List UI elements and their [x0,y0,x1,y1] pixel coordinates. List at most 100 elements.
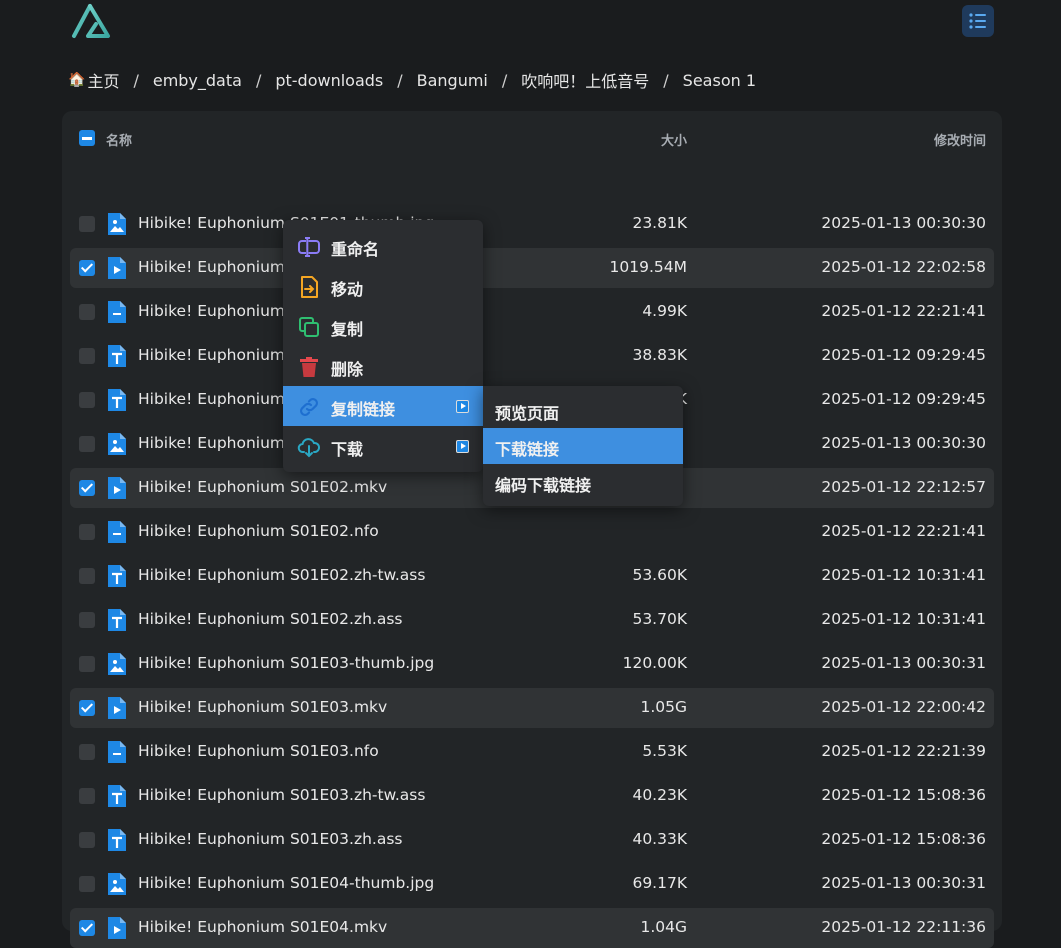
breadcrumb-bangumi[interactable]: Bangumi [417,71,488,90]
table-row[interactable]: Hibike! Euphonium S01E01.zh-tw.ass 38.83K… [70,336,994,376]
menu-item-delete[interactable]: 删除 [283,346,483,386]
image-file-icon [107,212,127,236]
top-bar [0,0,1061,60]
file-name[interactable]: Hibike! Euphonium S01E03.mkv [138,698,387,716]
file-modified: 2025-01-12 09:29:45 [821,390,986,408]
breadcrumb: 🏠 主页 / emby_data / pt-downloads / Bangum… [68,68,756,92]
menu-item-download[interactable]: 下载 [283,426,483,466]
file-name[interactable]: Hibike! Euphonium S01E02.zh.ass [138,610,403,628]
row-checkbox[interactable] [79,700,95,716]
table-row[interactable]: Hibike! Euphonium S01E02.zh-tw.ass 53.60K… [70,556,994,596]
row-checkbox[interactable] [79,744,95,760]
row-checkbox[interactable] [79,788,95,804]
row-checkbox[interactable] [79,480,95,496]
file-size: 120.00K [622,654,687,672]
column-name-header[interactable]: 名称 [106,130,132,149]
file-name[interactable]: Hibike! Euphonium S01E02.zh-tw.ass [138,566,425,584]
menu-item-label: 删除 [331,360,364,379]
row-checkbox[interactable] [79,260,95,276]
row-checkbox[interactable] [79,436,95,452]
row-checkbox[interactable] [79,656,95,672]
breadcrumb-pt-downloads[interactable]: pt-downloads [275,71,383,90]
file-size: 40.33K [632,830,687,848]
file-modified: 2025-01-12 10:31:41 [821,610,986,628]
menu-item-copy-link[interactable]: 复制链接 [283,386,483,426]
table-row[interactable]: Hibike! Euphonium S01E01-thumb.jpg23.81K… [70,204,994,244]
video-file-icon [107,476,127,500]
table-header: 名称 大小 修改时间 [70,118,994,158]
row-checkbox[interactable] [79,568,95,584]
table-row[interactable]: Hibike! Euphonium S01E04.mkv 1.04G 2025-01… [70,908,994,948]
breadcrumb-home[interactable]: 主页 [87,68,119,92]
file-size: 53.60K [632,566,687,584]
table-row[interactable]: Hibike! Euphonium S01E03-thumb.jpg 120.00… [70,644,994,684]
breadcrumb-emby-data[interactable]: emby_data [153,71,242,90]
breadcrumb-season[interactable]: Season 1 [683,71,756,90]
submenu-item-label: 预览页面 [495,404,560,423]
file-name[interactable]: Hibike! Euphonium S01E03-thumb.jpg [138,654,434,672]
image-file-icon [107,652,127,676]
select-all-checkbox[interactable] [79,130,95,146]
file-modified: 2025-01-13 00:30:31 [821,874,986,892]
row-checkbox[interactable] [79,612,95,628]
table-row[interactable]: Hibike! Euphonium S01E04-thumb.jpg 69.17K… [70,864,994,904]
row-checkbox[interactable] [79,876,95,892]
file-size: 1.04G [640,918,687,936]
text-file-icon [107,564,127,588]
video-file-icon [107,256,127,280]
menu-item-rename[interactable]: 重命名 [283,226,483,266]
row-checkbox[interactable] [79,348,95,364]
table-row[interactable]: Hibike! Euphonium S01E03.zh.ass 40.33K 202… [70,820,994,860]
file-name[interactable]: Hibike! Euphonium S01E03.zh-tw.ass [138,786,425,804]
submenu-item-preview-page[interactable]: 预览页面 [483,392,683,428]
copy-icon [299,317,319,337]
file-list-panel: 名称 大小 修改时间 Hibike! Euphonium S01E01-thum… [62,111,1002,948]
column-modified-header[interactable]: 修改时间 [934,130,986,149]
alist-logo-icon[interactable] [70,2,114,42]
file-name[interactable]: Hibike! Euphonium S01E04.mkv [138,918,387,936]
file-modified: 2025-01-12 22:21:41 [821,302,986,320]
row-checkbox[interactable] [79,392,95,408]
table-row[interactable]: Hibike! Euphonium S01E02.zh.ass 53.70K 202… [70,600,994,640]
submenu-item-download-link[interactable]: 下载链接 [483,428,683,464]
table-row[interactable]: Hibike! Euphonium S01E03.nfo 5.53K 2025-01… [70,732,994,772]
row-checkbox[interactable] [79,832,95,848]
file-size: 5.53K [642,742,687,760]
menu-item-label: 复制链接 [331,400,396,419]
row-checkbox[interactable] [79,216,95,232]
file-name[interactable]: Hibike! Euphonium S01E02.nfo [138,522,379,540]
trash-icon [300,357,318,377]
breadcrumb-separator: / [501,70,508,90]
context-menu: 重命名 移动 复制 删除 复制链接 下载 [283,220,483,472]
list-menu-button[interactable] [962,5,994,37]
breadcrumb-separator: / [663,70,669,90]
table-row[interactable]: Hibike! Euphonium S01E03.mkv 1.05G 2025-01… [70,688,994,728]
row-checkbox[interactable] [79,304,95,320]
file-size: 38.83K [632,346,687,364]
menu-item-move[interactable]: 移动 [283,266,483,306]
breadcrumb-separator: / [397,70,403,90]
column-size-header[interactable]: 大小 [661,130,687,149]
table-row[interactable]: Hibike! Euphonium S01E03.zh-tw.ass 40.23K… [70,776,994,816]
file-name[interactable]: Hibike! Euphonium S01E02.mkv [138,478,387,496]
file-name[interactable]: Hibike! Euphonium S01E04-thumb.jpg [138,874,434,892]
row-checkbox[interactable] [79,920,95,936]
table-row[interactable]: Hibike! Euphonium S01E01.mkv 1019.54M 2025… [70,248,994,288]
table-row[interactable]: Hibike! Euphonium S01E02.nfo 2025-01-12 2… [70,512,994,552]
breadcrumb-series[interactable]: 吹响吧！上低音号 [521,68,649,92]
file-size: 4.99K [642,302,687,320]
submenu-item-label: 下载链接 [495,440,560,459]
menu-item-label: 重命名 [331,240,380,259]
file-modified: 2025-01-12 22:12:57 [821,478,986,496]
video-file-icon [107,696,127,720]
file-name[interactable]: Hibike! Euphonium S01E03.zh.ass [138,830,403,848]
menu-item-copy[interactable]: 复制 [283,306,483,346]
file-name[interactable]: Hibike! Euphonium S01E03.nfo [138,742,379,760]
table-row[interactable]: Hibike! Euphonium S01E01.nfo 4.99K 2025-01… [70,292,994,332]
submenu-arrow-icon [456,400,469,413]
document-file-icon [107,520,127,544]
submenu-item-encoded-download-link[interactable]: 编码下载链接 [483,464,683,500]
file-modified: 2025-01-12 22:21:41 [821,522,986,540]
rename-icon [298,237,320,257]
row-checkbox[interactable] [79,524,95,540]
